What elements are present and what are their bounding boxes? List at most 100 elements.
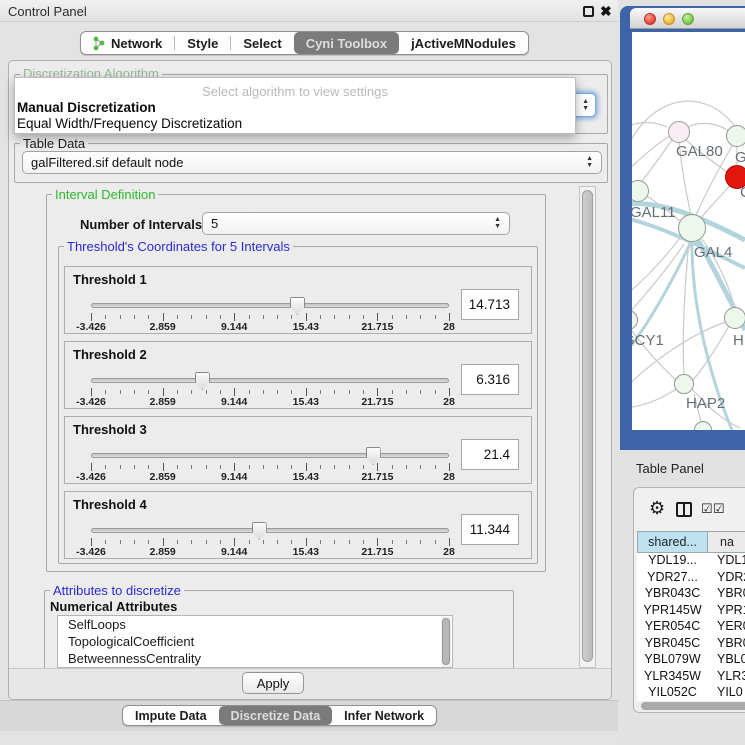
- table-row[interactable]: YLR345WYLR3: [637, 669, 745, 686]
- interval-definition-title: Interval Definition: [52, 187, 158, 202]
- threshold-3-slider[interactable]: [91, 453, 449, 458]
- tab-cyni-toolbox[interactable]: Cyni Toolbox: [294, 32, 399, 54]
- table-row[interactable]: YPR145WYPR1: [637, 603, 745, 620]
- node-hap2[interactable]: [674, 374, 694, 394]
- node-gal80[interactable]: [668, 121, 690, 143]
- table-panel-title: Table Panel: [636, 461, 704, 476]
- table-data-combobox[interactable]: galFiltered.sif default node ▲▼: [22, 151, 602, 174]
- table-rows: YDL19...YDL1YDR27...YDR2YBR043CYBR0YPR14…: [637, 553, 745, 701]
- checkbox-icon[interactable]: ☑: [701, 501, 713, 517]
- list-item[interactable]: TopologicalCoefficient: [58, 633, 452, 650]
- close-icon[interactable]: ✖: [600, 3, 612, 20]
- node-gal4[interactable]: [678, 214, 706, 242]
- list-item[interactable]: BetweennessCentrality: [58, 650, 452, 667]
- minimize-traffic-light-icon[interactable]: [663, 13, 675, 25]
- control-panel-titlebar: Control Panel ✖: [0, 0, 618, 22]
- top-tab-bar: Network Style Select Cyni Toolbox jActiv…: [80, 31, 529, 55]
- popup-option-manual-discretization[interactable]: Manual Discretization: [17, 100, 156, 115]
- table-row[interactable]: YBL079WYBL0: [637, 652, 745, 669]
- tab-jactivemnodules[interactable]: jActiveMNodules: [399, 32, 528, 54]
- slider-scale-labels: -3.4262.8599.14415.4321.71528: [91, 546, 449, 557]
- list-vertical-scrollbar[interactable]: [441, 617, 451, 667]
- tab-label: Discretize Data: [231, 709, 321, 723]
- tab-label: Cyni Toolbox: [306, 36, 387, 51]
- float-window-icon[interactable]: [583, 6, 594, 17]
- slider-scale: [91, 388, 449, 396]
- tab-discretize-data[interactable]: Discretize Data: [219, 706, 333, 725]
- table-row[interactable]: YIL052CYIL0: [637, 685, 745, 701]
- slider-scale: [91, 313, 449, 321]
- apply-button[interactable]: Apply: [242, 672, 304, 694]
- table-row[interactable]: YBR045CYBR0: [637, 636, 745, 653]
- gear-icon[interactable]: ⚙: [649, 498, 665, 519]
- table-row[interactable]: YDR27...YDR2: [637, 570, 745, 587]
- node-label-hap2: HAP2: [686, 395, 725, 412]
- tab-infer-network[interactable]: Infer Network: [332, 706, 436, 725]
- number-of-intervals-value: 5: [211, 216, 218, 231]
- node-top-right[interactable]: [726, 125, 745, 147]
- scrollbar-thumb[interactable]: [641, 702, 745, 710]
- node-label-gal80: GAL80: [676, 143, 723, 160]
- table-row[interactable]: YER054CYER0: [637, 619, 745, 636]
- threshold-4-panel: Threshold 4 -3.4262.8599.14415.4321.7152…: [64, 491, 532, 559]
- node-label-clipped-red: C: [740, 184, 745, 201]
- threshold-2-slider[interactable]: [91, 378, 449, 383]
- close-traffic-light-icon[interactable]: [644, 13, 656, 25]
- scrollbar-thumb[interactable]: [582, 190, 593, 662]
- column-header-name[interactable]: na: [708, 531, 745, 553]
- number-of-intervals-label: Number of Intervals: [80, 217, 202, 232]
- scrollbar-thumb[interactable]: [442, 618, 450, 665]
- apply-button-strip: [9, 668, 611, 699]
- node-h[interactable]: [724, 307, 745, 329]
- tab-label: Infer Network: [344, 709, 424, 723]
- tab-label: Impute Data: [135, 709, 207, 723]
- table-row[interactable]: YDL19...YDL1: [637, 553, 745, 570]
- popup-prompt: Select algorithm to view settings: [15, 84, 575, 99]
- network-icon: [93, 36, 106, 51]
- node-label-clipped-right: G.: [735, 149, 745, 166]
- table-horizontal-scrollbar[interactable]: [637, 701, 745, 711]
- node-label-gal4: GAL4: [694, 244, 732, 261]
- combo-arrows-icon: ▲▼: [494, 216, 501, 230]
- slider-scale-labels: -3.4262.8599.14415.4321.71528: [91, 471, 449, 482]
- network-canvas[interactable]: GAL80 G. C GAL11 GAL4 GCY1 H HAP2: [632, 32, 745, 430]
- tab-network[interactable]: Network: [81, 32, 174, 54]
- threshold-3-value-field[interactable]: 21.4: [461, 439, 519, 470]
- number-of-intervals-combobox[interactable]: 5 ▲▼: [202, 212, 510, 235]
- zoom-traffic-light-icon[interactable]: [682, 13, 694, 25]
- table-row[interactable]: YBR043CYBR0: [637, 586, 745, 603]
- threshold-4-label: Threshold 4: [73, 497, 147, 512]
- threshold-4-value-field[interactable]: 11.344: [461, 514, 519, 545]
- threshold-4-slider[interactable]: [91, 528, 449, 533]
- tab-select[interactable]: Select: [231, 32, 293, 54]
- network-window-titlebar[interactable]: [630, 8, 745, 29]
- table-toolbar: ⚙ ☑ ☑: [634, 488, 745, 531]
- table-data-group-title: Table Data: [20, 136, 88, 151]
- numerical-attributes-label: Numerical Attributes: [50, 599, 177, 614]
- tab-label: Select: [243, 36, 281, 51]
- tab-impute-data[interactable]: Impute Data: [123, 706, 219, 725]
- table-data-value: galFiltered.sif default node: [31, 155, 183, 170]
- column-header-shared-name[interactable]: shared...: [637, 531, 708, 553]
- table-panel: ⚙ ☑ ☑ shared... na YDL19...YDL1YDR27...Y…: [633, 487, 745, 713]
- threshold-2-label: Threshold 2: [73, 347, 147, 362]
- combo-arrows-icon: ▲▼: [582, 98, 589, 112]
- threshold-2-panel: Threshold 2 -3.4262.8599.14415.4321.7152…: [64, 341, 532, 409]
- threshold-2-value-field[interactable]: 6.316: [461, 364, 519, 395]
- threshold-3-label: Threshold 3: [73, 422, 147, 437]
- list-item[interactable]: SelfLoops: [58, 616, 452, 633]
- threshold-1-value-field[interactable]: 14.713: [461, 289, 519, 320]
- checkbox-icon[interactable]: ☑: [713, 501, 725, 517]
- slider-scale-labels: -3.4262.8599.14415.4321.71528: [91, 396, 449, 407]
- popup-option-equal-width-frequency[interactable]: Equal Width/Frequency Discretization: [17, 116, 242, 131]
- control-panel: Control Panel ✖ Network Style Select Cyn…: [0, 0, 618, 745]
- threshold-1-slider[interactable]: [91, 303, 449, 308]
- main-vertical-scrollbar[interactable]: [579, 186, 596, 668]
- node-label-h: H: [733, 332, 744, 349]
- bottom-tab-bar: Impute Data Discretize Data Infer Networ…: [122, 705, 437, 726]
- tab-style[interactable]: Style: [175, 32, 230, 54]
- attributes-to-discretize-title: Attributes to discretize: [50, 583, 184, 598]
- numerical-attributes-list[interactable]: SelfLoopsTopologicalCoefficientBetweenne…: [57, 615, 453, 668]
- combo-arrows-icon: ▲▼: [586, 155, 593, 169]
- split-columns-icon[interactable]: [676, 502, 692, 517]
